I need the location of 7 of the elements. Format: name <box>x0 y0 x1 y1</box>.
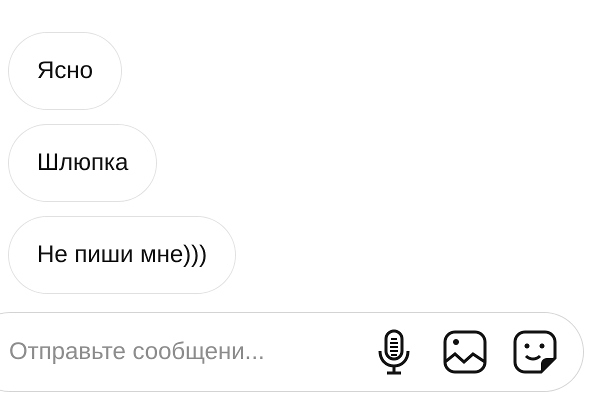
message-bubble: Ясно <box>8 32 122 110</box>
message-bubble: Шлюпка <box>8 124 158 202</box>
message-input[interactable]: Отправьте сообщени... <box>9 338 351 366</box>
microphone-icon[interactable] <box>377 329 411 375</box>
sticker-icon[interactable] <box>513 330 557 374</box>
image-icon[interactable] <box>443 330 487 374</box>
message-bubble: Не пиши мне))) <box>8 216 236 294</box>
